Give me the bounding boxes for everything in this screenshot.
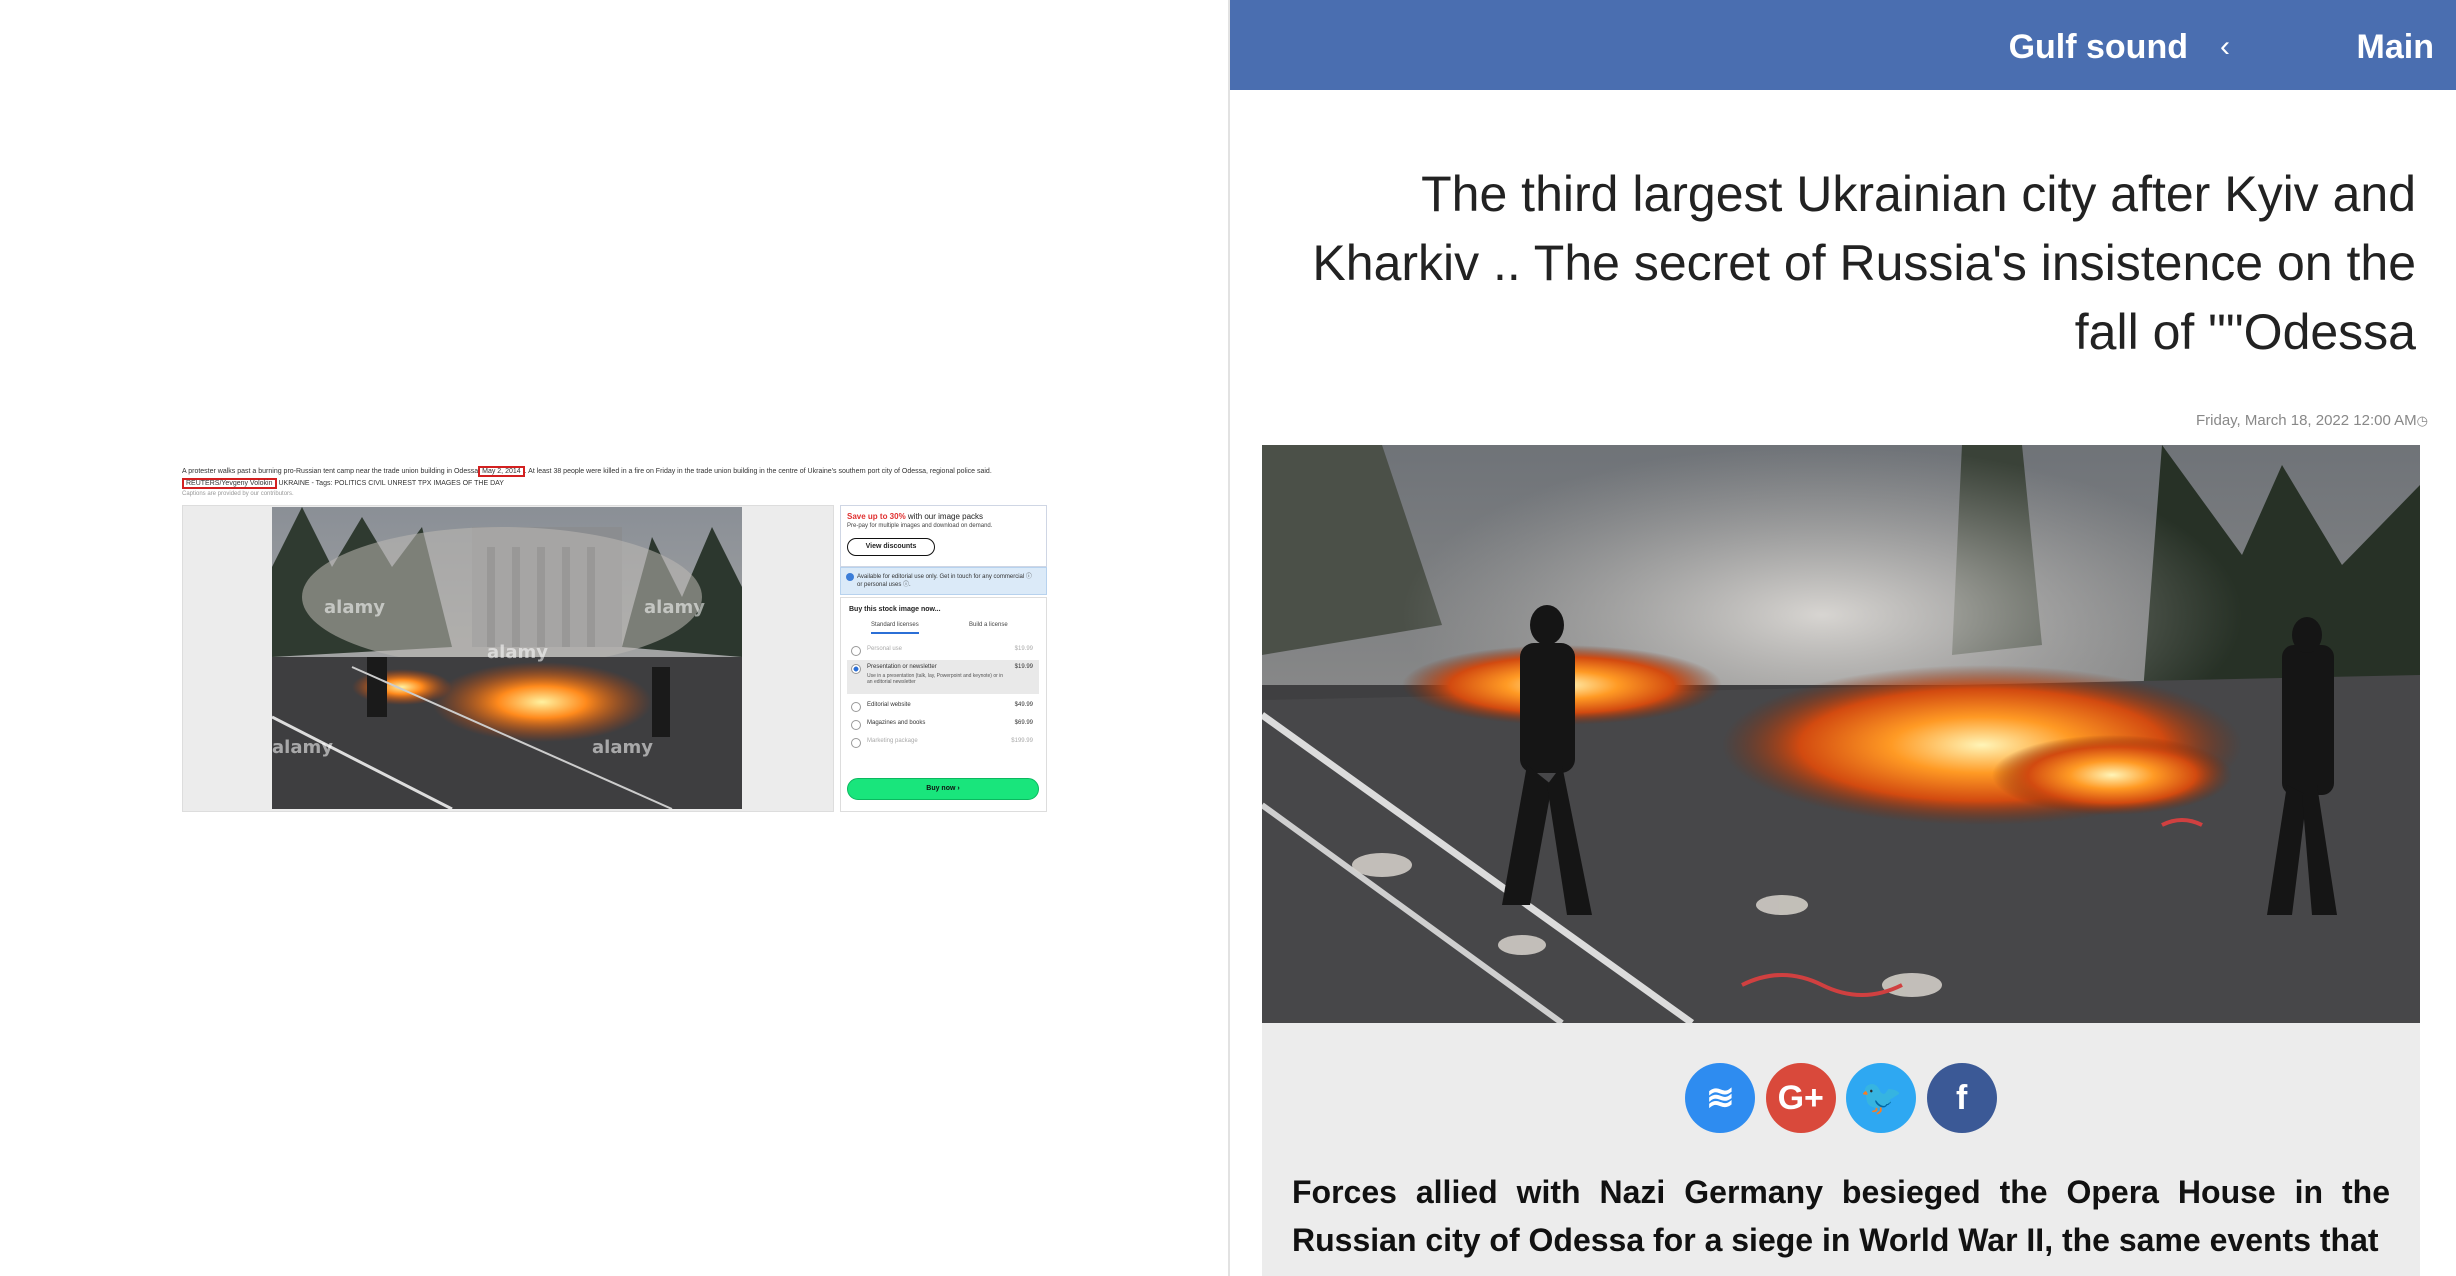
license-price: $69.99: [1014, 720, 1033, 726]
radio-icon[interactable]: [851, 720, 861, 730]
article-title: The third largest Ukrainian city after K…: [1312, 166, 2416, 360]
photo-caption: A protester walks past a burning pro-Rus…: [182, 466, 992, 477]
watermark: alamy: [487, 642, 548, 663]
license-label: Personal use: [867, 646, 903, 652]
radio-selected-icon[interactable]: [851, 664, 861, 674]
caption-text-cont: . At least 38 people were killed in a fi…: [524, 468, 992, 475]
license-price: $49.99: [1014, 702, 1033, 708]
burning-street-photo: [1262, 445, 2420, 1023]
caption-text: A protester walks past a burning pro-Rus…: [182, 468, 479, 475]
license-price: $199.99: [1011, 738, 1033, 744]
license-label: Editorial website: [867, 702, 911, 708]
license-box: Buy this stock image now... Standard lic…: [840, 597, 1047, 812]
image-pack-promo: Save up to 30% with our image packs Pre-…: [840, 505, 1047, 567]
buy-title: Buy this stock image now...: [849, 606, 941, 613]
google-plus-share-button[interactable]: G+: [1765, 1063, 1836, 1133]
license-label: Presentation or newsletter: [867, 664, 937, 670]
purchase-sidebar: Save up to 30% with our image packs Pre-…: [840, 505, 1047, 812]
google-plus-icon: G+: [1777, 1079, 1824, 1117]
radio-icon[interactable]: [851, 646, 861, 656]
license-option[interactable]: Editorial website $49.99: [847, 698, 1039, 714]
license-label: Magazines and books: [867, 720, 926, 726]
license-price: $19.99: [1014, 646, 1033, 652]
article-page: Gulf sound ‹ Main The third largest Ukra…: [1228, 0, 2456, 1276]
buy-now-button[interactable]: Buy now ›: [847, 778, 1039, 800]
messenger-share-button[interactable]: ≋: [1685, 1063, 1756, 1133]
view-discounts-button[interactable]: View discounts: [847, 538, 935, 556]
photo-credit-highlight: REUTERS/Yevgeny Volokin: [182, 478, 277, 489]
promo-title: with our image packs: [905, 512, 984, 521]
site-brand[interactable]: Gulf sound: [2009, 28, 2188, 67]
share-section: ≋ G+ 🐦 f Forces allied with Nazi Germany…: [1262, 1023, 2420, 1276]
site-header: Gulf sound ‹ Main: [1230, 0, 2456, 90]
radio-icon[interactable]: [851, 738, 861, 748]
watermark: alamy: [592, 737, 653, 758]
watermark: alamy: [644, 597, 705, 618]
article-date: Friday, March 18, 2022 12:00 AM◷: [2196, 412, 2428, 429]
caption-date-highlight: May 2, 2014: [478, 466, 525, 477]
facebook-share-button[interactable]: f: [1926, 1063, 1997, 1133]
license-option[interactable]: Marketing package $199.99: [847, 734, 1039, 750]
editorial-info: Available for editorial use only. Get in…: [840, 567, 1047, 595]
article-hero-image: [1262, 445, 2420, 1023]
license-price: $19.99: [1014, 664, 1033, 670]
promo-highlight: Save up to 30%: [847, 512, 906, 521]
watermark: alamy: [324, 597, 385, 618]
captions-note: Captions are provided by our contributor…: [182, 491, 294, 497]
license-desc: Use in a presentation (talk, lay, Powerp…: [867, 673, 1004, 685]
radio-icon[interactable]: [851, 702, 861, 712]
stock-photo-page: A protester walks past a burning pro-Rus…: [0, 0, 1228, 1276]
promo-subtitle: Pre-pay for multiple images and download…: [847, 523, 993, 529]
tab-standard-licenses[interactable]: Standard licenses: [871, 622, 919, 634]
twitter-share-button[interactable]: 🐦: [1846, 1063, 1917, 1133]
license-label: Marketing package: [867, 738, 918, 744]
article-body: Forces allied with Nazi Germany besieged…: [1292, 1174, 2390, 1258]
license-option-selected[interactable]: Presentation or newsletter $19.99 Use in…: [847, 660, 1039, 694]
info-icon: [846, 573, 854, 581]
stock-photo[interactable]: alamy alamy alamy alamy alamy: [272, 507, 742, 809]
facebook-icon: f: [1956, 1079, 1968, 1117]
messenger-icon: ≋: [1706, 1079, 1735, 1117]
photo-credit-line: REUTERS/Yevgeny Volokin UKRAINE - Tags: …: [182, 478, 504, 489]
watermark: alamy: [272, 737, 333, 758]
license-option[interactable]: Magazines and books $69.99: [847, 716, 1039, 732]
photo-tags: UKRAINE - Tags: POLITICS CIVIL UNREST TP…: [278, 480, 504, 487]
date-text: Friday, March 18, 2022 12:00 AM: [2195, 412, 2417, 429]
editorial-info-text: Available for editorial use only. Get in…: [857, 574, 1032, 588]
share-buttons: ≋ G+ 🐦 f: [1262, 1063, 2420, 1135]
clock-icon: ◷: [2416, 413, 2428, 428]
chevron-left-icon: ‹: [2220, 30, 2230, 63]
tab-build-license[interactable]: Build a license: [969, 622, 1008, 628]
license-option[interactable]: Personal use $19.99: [847, 642, 1039, 658]
twitter-icon: 🐦: [1860, 1079, 1903, 1117]
nav-main-link[interactable]: Main: [2357, 28, 2434, 67]
